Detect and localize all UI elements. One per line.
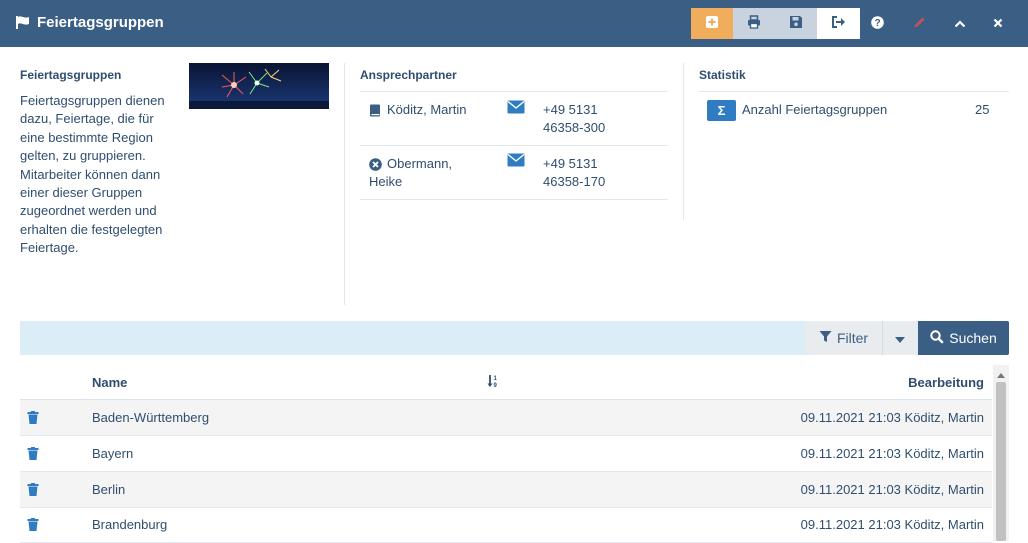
search-icon [930,329,944,347]
divider [360,199,668,200]
caret-down-icon [895,331,905,346]
row-edit-info: 09.11.2021 21:03 Köditz, Martin [800,482,984,497]
flag-icon [15,15,31,30]
row-name: Brandenburg [92,517,168,532]
column-header-name[interactable]: Name [92,375,127,390]
add-button[interactable] [691,8,733,39]
info-description: Feiertagsgruppen dienen dazu, Feiertage,… [20,93,165,256]
table-header: Name 19 Bearbeitung [20,365,992,400]
contact-phone: 46358-170 [543,174,606,189]
sum-badge: Σ [707,100,736,121]
info-heading: Feiertagsgruppen [20,68,122,82]
window-titlebar: Feiertagsgruppen ? [0,0,1028,47]
print-icon [747,15,761,32]
scrollbar-thumb[interactable] [996,382,1006,541]
plus-square-icon [705,15,719,32]
table-row[interactable]: Baden-Württemberg 09.11.2021 21:03 Ködit… [20,400,992,436]
contacts-heading: Ansprechpartner [360,68,457,82]
row-edit-info: 09.11.2021 21:03 Köditz, Martin [800,517,984,532]
contact-phone: +49 5131 [543,156,598,171]
table-row[interactable]: Brandenburg 09.11.2021 21:03 Köditz, Mar… [20,507,992,543]
trash-icon[interactable] [27,447,39,463]
sign-out-icon [831,15,846,32]
trash-icon[interactable] [27,411,39,427]
column-header-edit[interactable]: Bearbeitung [908,375,984,390]
chevron-up-icon [954,16,966,31]
question-icon: ? [870,15,884,32]
envelope-icon[interactable] [507,100,525,117]
contact-name: Obermann, [387,156,453,171]
trash-icon[interactable] [27,483,39,499]
exit-button[interactable] [817,8,860,39]
contact-phone: 46358-300 [543,120,606,135]
pencil-icon [913,16,926,32]
save-button[interactable] [775,8,817,39]
search-label: Suchen [949,330,997,346]
svg-text:9: 9 [494,383,498,388]
stat-value: 25 [975,102,990,117]
svg-text:1: 1 [494,376,498,382]
divider [699,91,1009,92]
envelope-icon[interactable] [507,153,525,170]
contact-name: Köditz, Martin [387,102,467,117]
book-icon [369,104,381,120]
edit-button[interactable] [904,8,934,39]
stats-heading: Statistik [699,68,746,82]
save-icon [789,15,803,32]
filter-button[interactable]: Filter [805,321,882,355]
divider [683,63,684,220]
times-circle-icon [369,158,382,174]
close-button[interactable] [983,8,1013,39]
search-button[interactable]: Suchen [918,321,1009,355]
row-edit-info: 09.11.2021 21:03 Köditz, Martin [800,446,984,461]
trash-icon[interactable] [27,518,39,534]
chevron-up-icon [997,366,1005,381]
row-name: Baden-Württemberg [92,410,210,425]
row-name: Berlin [92,482,126,497]
sort-numeric-icon[interactable]: 19 [487,374,500,391]
contact-name: Heike [369,174,403,189]
help-button[interactable]: ? [862,8,892,39]
window-title: Feiertagsgruppen [15,14,164,31]
stat-label: Anzahl Feiertagsgruppen [742,102,888,117]
contact-phone: +49 5131 [543,102,598,117]
filter-dropdown-button[interactable] [882,321,917,355]
row-edit-info: 09.11.2021 21:03 Köditz, Martin [800,410,984,425]
window-title-text: Feiertagsgruppen [37,14,164,31]
divider [360,145,668,146]
divider [344,63,345,305]
filter-label: Filter [836,330,869,346]
scroll-up-button[interactable] [993,366,1009,380]
table-row[interactable]: Berlin 09.11.2021 21:03 Köditz, Martin [20,472,992,508]
collapse-button[interactable] [945,8,975,39]
print-button[interactable] [733,8,775,39]
row-name: Bayern [92,446,134,461]
fireworks-image [189,63,329,109]
svg-text:?: ? [874,18,880,29]
divider [360,91,668,92]
filter-icon [819,330,832,346]
close-icon [993,16,1003,31]
table-row[interactable]: Bayern 09.11.2021 21:03 Köditz, Martin [20,436,992,472]
